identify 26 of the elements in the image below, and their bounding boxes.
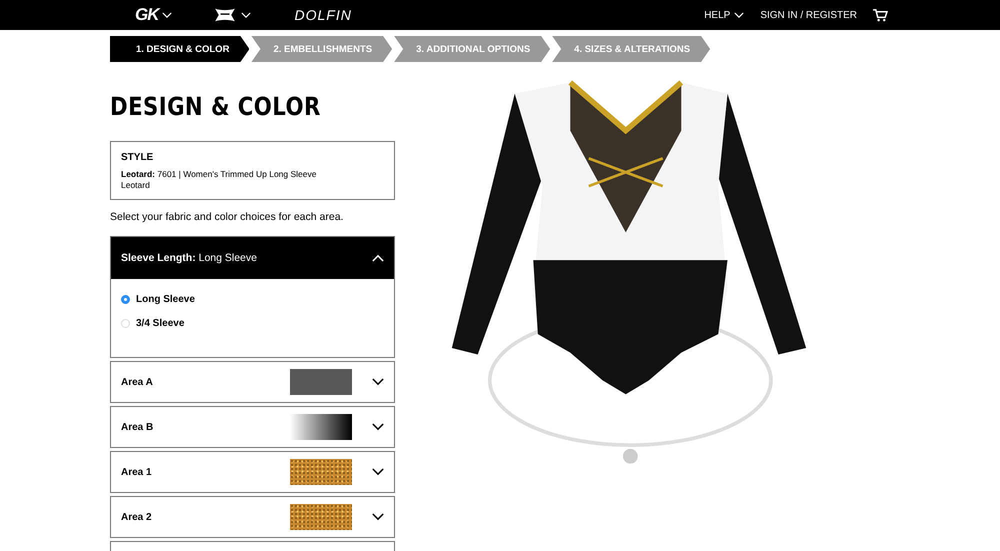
chevron-down-icon (734, 12, 744, 18)
style-heading: STYLE (121, 152, 154, 163)
brand-logo[interactable]: GK (135, 5, 158, 25)
page-title: DESIGN & COLOR (110, 92, 322, 121)
sleeve-length-header[interactable]: Sleeve Length: Long Sleeve (111, 237, 394, 280)
help-menu[interactable]: HELP (704, 10, 744, 20)
chevron-down-icon (372, 378, 384, 386)
step-tab[interactable]: 1. DESIGN & COLOR (110, 36, 250, 62)
area-selector[interactable]: Area A (110, 361, 395, 404)
instructions-text: Select your fabric and color choices for each area. (110, 211, 344, 224)
chevron-down-icon (372, 513, 384, 522)
chevron-down-icon (162, 12, 172, 18)
chevron-down-icon (372, 423, 384, 432)
chevron-up-icon (372, 254, 384, 262)
sleeve-option[interactable]: Long Sleeve (121, 287, 384, 312)
cart-icon[interactable] (873, 8, 888, 22)
area-selector[interactable]: Area 1 (110, 451, 395, 494)
chevron-down-icon (240, 12, 250, 18)
area-selector[interactable]: Area B (110, 406, 395, 448)
sign-in-link[interactable]: SIGN IN / REGISTER (760, 10, 857, 20)
area-selector[interactable]: Area 2 (110, 496, 395, 538)
sleeve-option[interactable]: 3/4 Sleeve (121, 311, 384, 336)
style-description: Leotard: 7601 | Women's Trimmed Up Long Sleeve Leotard (121, 169, 318, 192)
radio-button[interactable] (121, 294, 130, 304)
brand-logo[interactable]: DOLFIN (294, 7, 352, 23)
chevron-down-icon (372, 468, 384, 476)
